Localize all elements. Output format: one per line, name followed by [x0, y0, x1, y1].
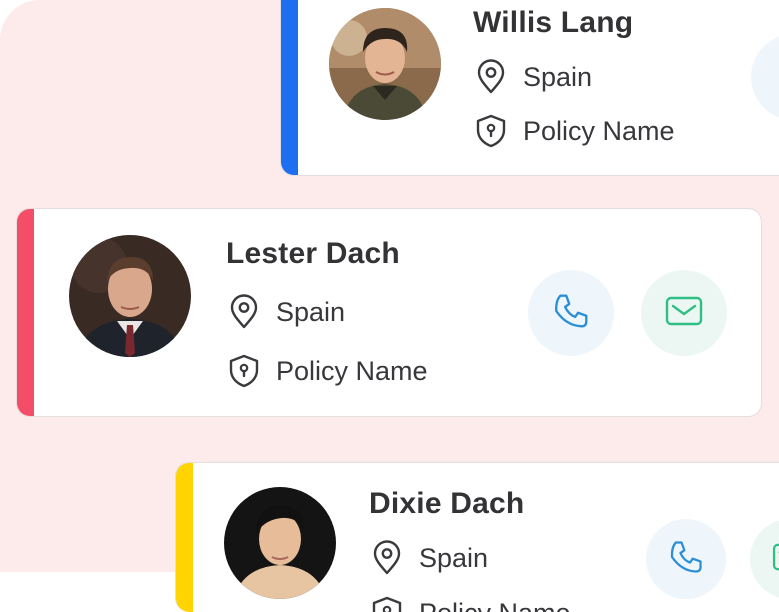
card-accent-stripe	[17, 209, 34, 416]
contact-location: Spain	[369, 540, 488, 576]
mail-icon	[771, 542, 779, 577]
contact-name: Lester Dach	[226, 237, 400, 271]
contact-location: Spain	[473, 59, 592, 95]
map-pin-icon	[369, 540, 405, 576]
contact-policy: Policy Name	[369, 595, 571, 612]
policy-text: Policy Name	[276, 356, 428, 387]
mail-button[interactable]	[750, 519, 779, 599]
contact-name: Dixie Dach	[369, 487, 524, 521]
call-button[interactable]	[751, 34, 779, 120]
contact-location: Spain	[226, 294, 345, 330]
call-button[interactable]	[528, 270, 614, 356]
policy-text: Policy Name	[419, 598, 571, 612]
card-accent-stripe	[176, 463, 193, 612]
phone-icon	[667, 538, 705, 581]
shield-keyhole-icon	[369, 595, 405, 612]
location-text: Spain	[276, 297, 345, 328]
avatar	[224, 487, 336, 599]
shield-keyhole-icon	[226, 353, 262, 389]
card-accent-stripe	[281, 0, 298, 175]
contact-card-willis-lang[interactable]: Willis Lang Spain Policy Name	[280, 0, 779, 176]
mail-icon	[664, 295, 704, 332]
avatar	[69, 235, 191, 357]
map-pin-icon	[473, 59, 509, 95]
contact-card-dixie-dach[interactable]: Dixie Dach Spain Policy Name	[175, 462, 779, 612]
shield-keyhole-icon	[473, 113, 509, 149]
map-pin-icon	[226, 294, 262, 330]
location-text: Spain	[523, 62, 592, 93]
phone-icon	[551, 291, 591, 336]
avatar	[329, 8, 441, 120]
contact-card-lester-dach[interactable]: Lester Dach Spain Policy Name	[16, 208, 762, 417]
location-text: Spain	[419, 543, 488, 574]
mail-button[interactable]	[641, 270, 727, 356]
policy-text: Policy Name	[523, 116, 675, 147]
contact-policy: Policy Name	[473, 113, 675, 149]
contact-name: Willis Lang	[473, 6, 633, 40]
contact-policy: Policy Name	[226, 353, 428, 389]
call-button[interactable]	[646, 519, 726, 599]
